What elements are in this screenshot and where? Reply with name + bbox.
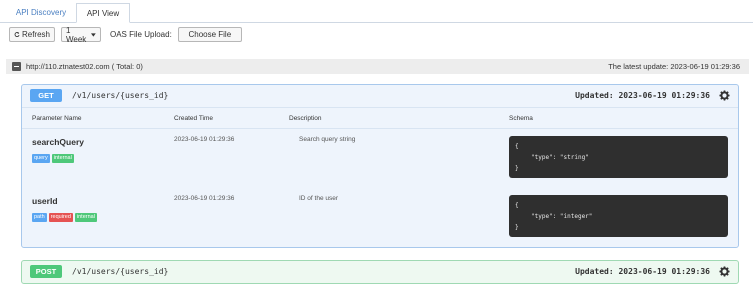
param-tags: query internal xyxy=(32,154,74,163)
endpoint-card-get: GET /v1/users/{users_id} Updated: 2023-0… xyxy=(21,84,739,248)
host-bar: http://110.ztnatest02.com ( Total: 0) Th… xyxy=(6,59,749,74)
endpoint-path: /v1/users/{users_id} xyxy=(72,91,169,100)
chevron-down-icon xyxy=(91,32,96,37)
col-schema: Schema xyxy=(509,115,533,122)
param-created-time: 2023-06-19 01:29:36 xyxy=(174,195,235,202)
method-badge: POST xyxy=(30,265,62,278)
method-badge: GET xyxy=(30,89,62,102)
schema-line: "type": "string" xyxy=(531,154,589,161)
refresh-button[interactable]: Refresh xyxy=(9,27,55,42)
choose-file-button[interactable]: Choose File xyxy=(177,27,242,42)
param-description: Search query string xyxy=(299,136,356,143)
tag-badge: path xyxy=(32,213,47,222)
param-table-header: Parameter Name Created Time Description … xyxy=(22,107,738,129)
param-name: searchQuery xyxy=(32,137,84,147)
refresh-label: Refresh xyxy=(21,30,50,39)
tab-bar: API Discovery API View xyxy=(0,0,753,23)
host-url: http://110.ztnatest02.com ( Total: 0) xyxy=(26,62,143,71)
endpoint-updated: Updated: 2023-06-19 01:29:36 xyxy=(575,91,710,100)
endpoint-updated: Updated: 2023-06-19 01:29:36 xyxy=(575,267,710,276)
table-row: userId path required internal 2023-06-19… xyxy=(22,187,738,245)
gear-icon[interactable] xyxy=(719,266,730,277)
latest-update: The latest update: 2023-06-19 01:29:36 xyxy=(608,62,740,71)
tag-badge: required xyxy=(48,213,73,222)
endpoint-card-post: POST /v1/users/{users_id} Updated: 2023-… xyxy=(21,260,739,284)
schema-close: } xyxy=(515,224,519,231)
oas-upload-label: OAS File Upload: xyxy=(110,30,172,39)
period-select[interactable]: 1 Week xyxy=(61,25,101,44)
endpoint-header[interactable]: POST /v1/users/{users_id} Updated: 2023-… xyxy=(22,261,738,283)
endpoint-header[interactable]: GET /v1/users/{users_id} Updated: 2023-0… xyxy=(22,85,738,107)
schema-open: { xyxy=(515,143,519,150)
tag-badge: internal xyxy=(74,213,97,222)
tag-badge: query xyxy=(32,154,50,163)
tab-api-discovery[interactable]: API Discovery xyxy=(6,3,76,22)
gear-icon[interactable] xyxy=(719,90,730,101)
col-description: Description xyxy=(289,115,322,122)
param-description: ID of the user xyxy=(299,195,339,202)
collapse-icon[interactable] xyxy=(12,62,21,71)
schema-line: "type": "integer" xyxy=(531,213,593,220)
schema-code-block: { "type": "string" } xyxy=(509,136,728,178)
param-tags: path required internal xyxy=(32,213,97,222)
endpoint-path: /v1/users/{users_id} xyxy=(72,267,169,276)
toolbar: Refresh 1 Week OAS File Upload: Choose F… xyxy=(9,25,242,44)
param-created-time: 2023-06-19 01:29:36 xyxy=(174,136,235,143)
schema-close: } xyxy=(515,165,519,172)
schema-open: { xyxy=(515,202,519,209)
col-created-time: Created Time xyxy=(174,115,214,122)
period-value: 1 Week xyxy=(66,25,87,44)
col-parameter-name: Parameter Name xyxy=(32,115,82,122)
tag-badge: internal xyxy=(51,154,74,163)
param-name: userId xyxy=(32,196,58,206)
refresh-icon xyxy=(14,32,20,37)
tab-api-view[interactable]: API View xyxy=(76,3,130,23)
table-row: searchQuery query internal 2023-06-19 01… xyxy=(22,128,738,186)
schema-code-block: { "type": "integer" } xyxy=(509,195,728,237)
